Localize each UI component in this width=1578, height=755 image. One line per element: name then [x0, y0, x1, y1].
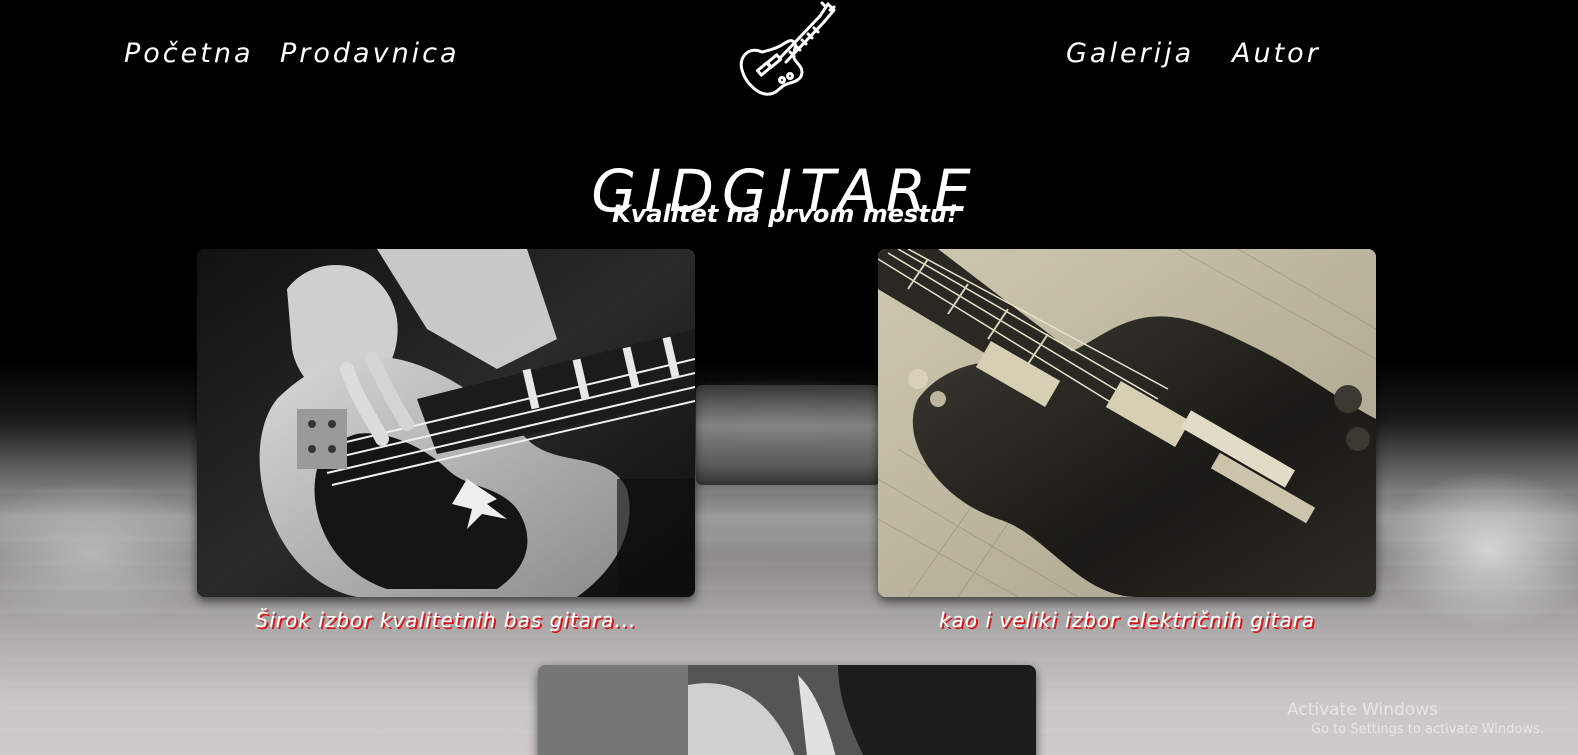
- caption-electric-guitars: kao i veliki izbor električnih gitara: [938, 608, 1316, 632]
- guitar-player-image: [538, 665, 1036, 755]
- tagline: Kvalitet na prvom mestu!: [612, 200, 958, 228]
- page: Početna Prodavnica Galerija Autor GIDGIT…: [0, 0, 1578, 755]
- background-light-right: [1380, 470, 1578, 630]
- nav-link-gallery[interactable]: Galerija: [1066, 38, 1194, 69]
- activate-windows-watermark: Activate Windows Go to Settings to activ…: [1287, 700, 1577, 737]
- nav-link-author[interactable]: Autor: [1232, 38, 1321, 69]
- caption-bass-guitars: Širok izbor kvalitetnih bas gitara...: [255, 608, 637, 632]
- background-light-left: [0, 480, 220, 630]
- bass-guitar-photo[interactable]: [197, 249, 695, 597]
- electric-guitar-image: [878, 249, 1376, 597]
- watermark-subtitle: Go to Settings to activate Windows.: [1311, 722, 1544, 737]
- guitar-player-photo[interactable]: [538, 665, 1036, 755]
- nav-link-shop[interactable]: Prodavnica: [280, 38, 460, 69]
- bass-guitar-image: [197, 249, 695, 597]
- electric-guitar-photo[interactable]: [878, 249, 1376, 597]
- watermark-title: Activate Windows: [1287, 700, 1438, 720]
- electric-guitar-icon[interactable]: [732, 0, 842, 100]
- nav-link-home[interactable]: Početna: [124, 38, 254, 69]
